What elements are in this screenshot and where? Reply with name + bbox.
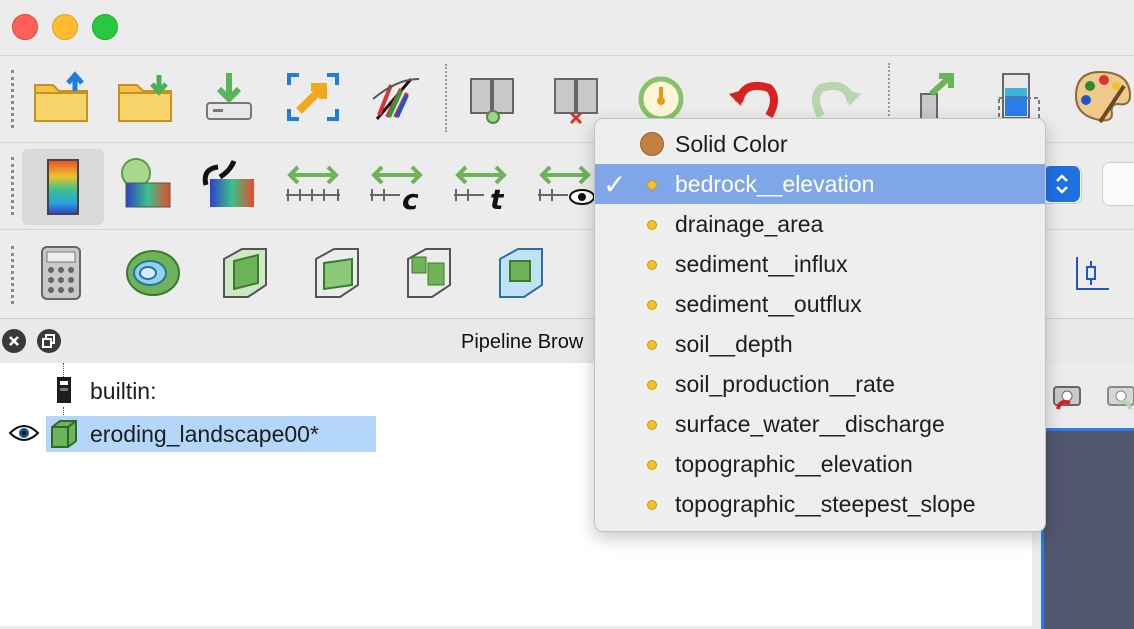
open-folder-icon[interactable] (26, 62, 96, 132)
dropdown-option[interactable]: sediment__outflux (595, 284, 1045, 324)
rescale-range-icon[interactable] (278, 149, 348, 219)
checkmark-icon: ✓ (603, 169, 627, 200)
calculator-icon[interactable] (26, 238, 96, 308)
edit-color-map-icon[interactable] (110, 149, 180, 219)
point-data-icon (647, 180, 657, 190)
close-window-button[interactable] (12, 14, 38, 40)
rescale-visible-icon[interactable] (530, 149, 600, 219)
dropdown-option-solid-color[interactable]: Solid Color (595, 124, 1045, 164)
toolbar-separator (445, 64, 447, 132)
combobox-arrow-icon[interactable] (1044, 166, 1080, 202)
pipeline-item-eroding-landscape[interactable]: eroding_landscape00* (90, 421, 319, 448)
component-combobox[interactable] (1102, 162, 1134, 206)
svg-text:t: t (490, 183, 505, 213)
dropdown-option[interactable]: drainage_area (595, 204, 1045, 244)
rescale-temporal-icon[interactable]: t (446, 149, 516, 219)
point-data-icon (647, 260, 657, 270)
float-panel-icon[interactable] (37, 329, 61, 353)
load-state-icon[interactable] (110, 62, 180, 132)
server-icon (54, 375, 74, 410)
link-color-map-icon[interactable] (194, 149, 264, 219)
rescale-custom-icon[interactable]: c (362, 149, 432, 219)
point-data-icon (647, 460, 657, 470)
point-data-icon (647, 220, 657, 230)
dropdown-option-selected[interactable]: ✓ bedrock__elevation (595, 164, 1045, 204)
dropdown-option[interactable]: topographic__elevation (595, 444, 1045, 484)
svg-text:c: c (402, 183, 419, 213)
dropdown-option[interactable]: sediment__influx (595, 244, 1045, 284)
extract-subset-icon[interactable] (486, 238, 556, 308)
panel-title: Pipeline Brow (461, 331, 584, 353)
dropdown-option[interactable]: surface_water__discharge (595, 404, 1045, 444)
camera-undo-icon[interactable] (1050, 379, 1084, 418)
minimize-window-button[interactable] (52, 14, 78, 40)
plot-over-line-icon[interactable] (1058, 238, 1128, 308)
dropdown-option[interactable]: soil__depth (595, 324, 1045, 364)
eye-visibility-icon[interactable] (8, 423, 40, 448)
point-data-icon (647, 500, 657, 510)
point-data-icon (647, 420, 657, 430)
close-panel-icon[interactable] (2, 329, 26, 353)
connect-server-icon[interactable] (458, 62, 528, 132)
camera-redo-icon[interactable] (1104, 379, 1134, 418)
color-legend-icon[interactable] (22, 149, 104, 225)
slice-icon[interactable] (302, 238, 372, 308)
toolbar-grip[interactable] (11, 246, 18, 304)
window-titlebar (0, 0, 1134, 55)
contour-icon[interactable] (118, 238, 188, 308)
zoom-window-button[interactable] (92, 14, 118, 40)
dropdown-option[interactable]: soil_production__rate (595, 364, 1045, 404)
toolbar-grip[interactable] (11, 157, 18, 215)
dataset-cube-icon (48, 419, 80, 454)
reset-camera-icon[interactable] (278, 62, 348, 132)
render-view[interactable] (1041, 428, 1134, 629)
dropdown-option[interactable]: topographic__steepest_slope (595, 484, 1045, 524)
solid-color-swatch-icon (640, 132, 664, 156)
save-data-icon[interactable] (194, 62, 264, 132)
clip-icon[interactable] (210, 238, 280, 308)
point-data-icon (647, 340, 657, 350)
color-by-dropdown: Solid Color ✓ bedrock__elevation drainag… (594, 118, 1046, 532)
threshold-icon[interactable] (394, 238, 464, 308)
scientific-icon[interactable] (362, 62, 432, 132)
point-data-icon (647, 300, 657, 310)
palette-icon[interactable] (1068, 61, 1134, 131)
pipeline-item-builtin[interactable]: builtin: (90, 378, 156, 405)
toolbar-grip[interactable] (11, 70, 18, 128)
point-data-icon (647, 380, 657, 390)
